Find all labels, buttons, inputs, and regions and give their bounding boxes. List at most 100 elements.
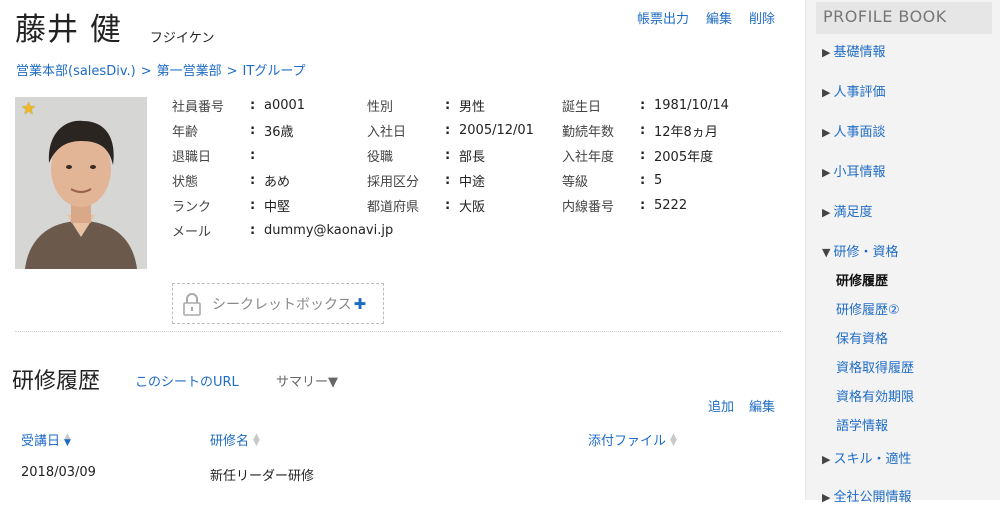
field-label: 採用区分 <box>367 175 420 190</box>
sort-icon: ▲ ▼ <box>253 431 260 448</box>
info-row: ランク: 中堅 都道府県: 大阪 内線番号:5222 <box>172 193 792 218</box>
sidebar-subitem-language[interactable]: 語学情報 <box>836 415 888 434</box>
field-colon: : <box>445 98 451 113</box>
field-colon: : <box>250 123 256 138</box>
field-label: 状態 <box>172 175 199 190</box>
sidebar-item-basic-info[interactable]: ▶ 基礎情報 <box>822 41 885 60</box>
field-colon: : <box>445 198 451 213</box>
field-label: 入社日 <box>367 125 407 140</box>
sidebar-item-training[interactable]: ▼ 研修・資格 <box>822 241 898 260</box>
portrait-image <box>15 97 147 269</box>
person-kana: フジイケン <box>149 31 215 46</box>
breadcrumb-item-group[interactable]: ITグループ <box>243 64 306 79</box>
sidebar-subitem-training-history[interactable]: 研修履歴 <box>836 270 888 289</box>
summary-dropdown[interactable]: サマリー▼ <box>276 371 338 390</box>
field-colon: : <box>640 98 646 113</box>
field-value: 中途 <box>459 175 486 190</box>
report-output-link[interactable]: 帳票出力 <box>637 8 689 27</box>
table-cell-date: 2018/03/09 <box>21 465 96 480</box>
caret-right-icon: ▶ <box>822 126 831 139</box>
sort-icon: ▲ ▼ <box>670 431 677 448</box>
sidebar-item-label: 小耳情報 <box>833 165 886 180</box>
field-colon: : <box>445 173 451 188</box>
field-value: a0001 <box>264 98 306 113</box>
field-value: 大阪 <box>459 200 486 215</box>
field-colon: : <box>250 173 256 188</box>
info-row: 社員番号: a0001 性別: 男性 誕生日:1981/10/14 <box>172 93 792 118</box>
secret-box-button[interactable]: シークレットボックス ✚ <box>172 283 384 324</box>
column-header-label: 添付ファイル <box>588 434 667 449</box>
add-link[interactable]: 追加 <box>708 396 734 415</box>
field-colon: : <box>640 173 646 188</box>
sidebar-subitem-qualifications[interactable]: 保有資格 <box>836 328 888 347</box>
employee-info-grid: 社員番号: a0001 性別: 男性 誕生日:1981/10/14 年齢:36歳 入… <box>172 93 792 243</box>
info-row: 状態: あめ 採用区分: 中途 等級:5 <box>172 168 792 193</box>
field-colon: : <box>250 198 256 213</box>
sidebar-item-label: 人事面談 <box>833 125 886 140</box>
field-value: 男性 <box>459 100 486 115</box>
field-colon: : <box>445 148 451 163</box>
caret-right-icon: ▶ <box>822 46 831 59</box>
sidebar-item-skills[interactable]: ▶ スキル・適性 <box>822 448 911 467</box>
field-colon: : <box>250 98 256 113</box>
sidebar-item-label: 基礎情報 <box>833 45 886 60</box>
column-header-label: 受講日 <box>21 434 61 449</box>
field-label: 等級 <box>562 175 589 190</box>
field-label: 年齢 <box>172 125 199 140</box>
field-label: 内線番号 <box>562 200 615 215</box>
sheet-url-link[interactable]: このシートのURL <box>135 371 239 390</box>
field-label: 社員番号 <box>172 100 225 115</box>
column-header-training[interactable]: 研修名 ▲ ▼ <box>210 430 260 449</box>
field-value: 12年8ヵ月 <box>654 125 718 140</box>
sidebar-subitem-training-history-2[interactable]: 研修履歴② <box>836 299 900 318</box>
top-actions: 帳票出力 編集 削除 <box>637 8 775 27</box>
info-row-mail: メール: dummy@kaonavi.jp <box>172 218 792 243</box>
field-label: 性別 <box>367 100 394 115</box>
field-label: 都道府県 <box>367 200 420 215</box>
breadcrumb-item-department[interactable]: 第一営業部 <box>157 64 222 79</box>
caret-down-icon: ▼ <box>822 246 831 259</box>
edit-link[interactable]: 編集 <box>706 8 732 27</box>
sidebar-item-label: 全社公開情報 <box>833 490 912 505</box>
field-value: 中堅 <box>264 200 291 215</box>
sidebar-item-satisfaction[interactable]: ▶ 満足度 <box>822 201 872 220</box>
name-row: 藤井 健 フジイケン <box>15 10 214 50</box>
lock-icon <box>183 292 201 316</box>
table-cell-training: 新任リーダー研修 <box>210 469 315 484</box>
star-icon[interactable]: ★ <box>21 99 36 119</box>
field-value: 5222 <box>654 198 688 213</box>
sidebar-item-label: スキル・適性 <box>833 452 912 467</box>
sidebar-subitem-qualification-history[interactable]: 資格取得履歴 <box>836 357 914 376</box>
breadcrumb-item-division[interactable]: 営業本部(salesDiv.) <box>16 64 136 79</box>
sidebar-item-company-info[interactable]: ▶ 全社公開情報 <box>822 486 911 505</box>
sort-icon: ▲ ▼ <box>64 431 71 448</box>
sidebar-item-interview[interactable]: ▶ 人事面談 <box>822 121 885 140</box>
main-content: 藤井 健 フジイケン 帳票出力 編集 削除 営業本部(salesDiv.) > 第一… <box>0 0 805 500</box>
section-title: 研修履歴 <box>12 369 101 394</box>
email-link[interactable]: dummy@kaonavi.jp <box>264 223 564 238</box>
field-colon: : <box>640 123 646 138</box>
column-header-attachment[interactable]: 添付ファイル ▲ ▼ <box>588 430 677 449</box>
field-label: 勤続年数 <box>562 125 615 140</box>
column-header-label: 研修名 <box>210 434 250 449</box>
column-header-date[interactable]: 受講日 ▲ ▼ <box>21 430 71 449</box>
sidebar-item-label: 研修・資格 <box>833 245 899 260</box>
sidebar-subitem-qualification-expiry[interactable]: 資格有効期限 <box>836 386 914 405</box>
field-label: 入社年度 <box>562 150 615 165</box>
field-value: 1981/10/14 <box>654 98 729 113</box>
sidebar-item-tidbits[interactable]: ▶ 小耳情報 <box>822 161 885 180</box>
field-value: 2005/12/01 <box>459 123 534 138</box>
table-edit-link[interactable]: 編集 <box>749 396 775 415</box>
field-label: 役職 <box>367 150 394 165</box>
info-row: 年齢:36歳 入社日:2005/12/01 勤続年数:12年8ヵ月 <box>172 118 792 143</box>
sidebar-item-evaluation[interactable]: ▶ 人事評価 <box>822 81 885 100</box>
sidebar-item-label: 人事評価 <box>833 85 886 100</box>
caret-right-icon: ▶ <box>822 491 831 504</box>
table-actions: 追加 編集 <box>708 396 775 415</box>
caret-right-icon: ▶ <box>822 86 831 99</box>
delete-link[interactable]: 削除 <box>749 8 775 27</box>
field-value: 部長 <box>459 150 486 165</box>
field-value: 5 <box>654 173 663 188</box>
field-colon: : <box>640 198 646 213</box>
field-label: 誕生日 <box>562 100 602 115</box>
